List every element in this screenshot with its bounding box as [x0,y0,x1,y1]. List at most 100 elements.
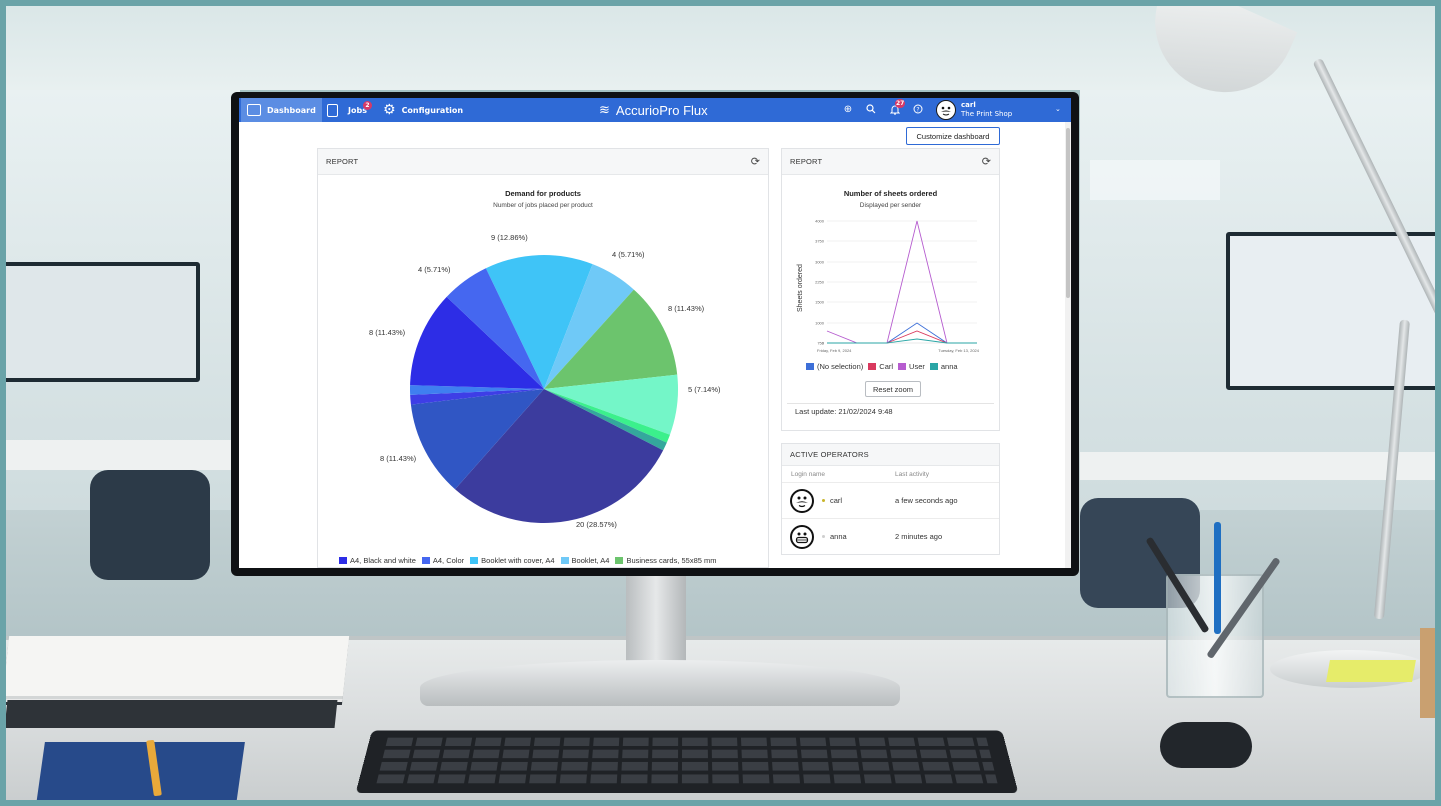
operator-row[interactable]: carl a few seconds ago [782,482,999,518]
tab-jobs[interactable]: Jobs 2 [327,98,372,122]
line-legend: (No selection) Carl User anna [806,362,958,371]
legend-label: Booklet with cover, A4 [481,556,555,565]
brand-logo-icon: ≋ [599,102,610,118]
legend-item[interactable]: Carl [868,362,893,371]
pie-data-label: 4 (5.71%) [612,250,645,259]
customize-dashboard-button[interactable]: Customize dashboard [906,127,1000,145]
x-tick-label: Friday, Feb 9, 2024 [817,348,852,353]
operator-last-activity: 2 minutes ago [895,532,943,541]
pie-legend: A4, Black and white A4, Color Booklet wi… [339,556,717,565]
legend-item[interactable]: Booklet, A4 [560,556,610,565]
grin-face-icon [795,532,809,544]
blue-pen [1214,522,1221,634]
keyboard-keys [379,761,995,771]
panel-title: ACTIVE OPERATORS [790,450,869,459]
avatar [790,525,814,549]
app-screen: Dashboard Jobs 2 ⚙ Configuration ≋ Accur… [239,98,1071,568]
background-desk [0,440,240,470]
divider [787,403,994,404]
legend-item[interactable]: User [898,362,925,371]
column-header-login[interactable]: Login name [791,471,825,478]
legend-swatch [929,363,938,370]
tab-dashboard[interactable]: Dashboard [241,98,322,122]
legend-label: Booklet, A4 [571,556,610,565]
pie-chart [410,255,678,523]
top-nav-bar: Dashboard Jobs 2 ⚙ Configuration ≋ Accur… [239,98,1071,122]
app-brand: ≋ AccurioPro Flux [599,98,708,122]
user-name[interactable]: carl [961,101,976,109]
smiley-mustache-icon [941,106,951,116]
last-update-text: Last update: 21/02/2024 9:48 [795,407,893,416]
background-monitor [0,262,200,382]
panel-header: ACTIVE OPERATORS [782,444,999,466]
search-glyph [866,104,876,114]
active-operators-panel: ACTIVE OPERATORS Login name Last activit… [781,443,1000,555]
monitor: Dashboard Jobs 2 ⚙ Configuration ≋ Accur… [231,92,1079,576]
column-header-activity[interactable]: Last activity [895,471,929,478]
keyboard-keys [385,737,989,746]
legend-swatch [806,363,814,370]
pie-data-label: 4 (5.71%) [418,265,451,274]
avatar [790,489,814,513]
dashboard-icon [247,104,261,116]
chevron-down-icon[interactable]: ⌄ [1055,105,1061,113]
user-avatar[interactable] [936,100,956,120]
legend-swatch [898,363,907,370]
reset-zoom-button[interactable]: Reset zoom [865,381,921,397]
add-icon[interactable]: ⊕ [842,104,854,116]
background-chair [90,470,210,580]
y-tick-label: 1500 [815,300,825,305]
operator-name: carl [830,496,843,505]
legend-label: Business cards, 55x85 mm [626,556,717,565]
legend-label: Carl [879,362,894,371]
y-tick-label: 4000 [815,219,825,224]
svg-text:?: ? [916,106,919,113]
notebook [35,742,245,806]
paper-stack [2,636,350,696]
jobs-badge: 2 [363,101,372,110]
legend-item[interactable]: Business cards, 55x85 mm [615,556,717,565]
y-tick-label: 2250 [815,280,825,285]
legend-item[interactable]: Booklet with cover, A4 [470,556,555,565]
scrollbar-thumb[interactable] [1066,128,1070,298]
legend-label: User [909,362,925,371]
pie-data-label: 20 (28.57%) [576,520,617,529]
jobs-icon [327,103,338,117]
brand-name: AccurioPro Flux [615,102,708,118]
operator-row[interactable]: anna 2 minutes ago [782,518,999,554]
legend-label: (No selection) [817,362,864,371]
monitor-stand-base [420,660,900,706]
operator-last-activity: a few seconds ago [895,496,958,505]
legend-swatch [560,557,569,564]
y-tick-label: 3000 [815,260,825,265]
status-dot [822,535,825,538]
y-tick-label: 1000 [815,321,825,326]
legend-item[interactable]: (No selection) [806,362,863,371]
pie-data-label: 9 (12.86%) [491,233,528,242]
monitor-stand [626,574,686,664]
coffee-cup [1420,628,1441,718]
tab-configuration-label: Configuration [401,105,464,115]
pie-data-label: 8 (11.43%) [668,304,705,313]
legend-swatch [615,557,624,564]
keyboard-keys [376,774,998,784]
keyboard-keys [382,749,992,759]
help-icon[interactable]: ? [912,104,924,116]
folder [4,700,338,728]
smiley-mustache-icon [796,496,808,508]
search-icon[interactable] [865,104,877,116]
tab-configuration[interactable]: ⚙ Configuration [383,98,463,122]
pie-data-label: 5 (7.14%) [688,385,721,394]
legend-swatch [421,557,430,564]
legend-swatch [470,557,479,564]
x-tick-label: Tuesday, Feb 13, 2024 [938,348,979,353]
legend-label: anna [940,362,958,371]
y-tick-label: 3750 [815,239,825,244]
background-glow [1090,160,1220,200]
legend-swatch [339,557,347,564]
legend-item[interactable]: anna [929,362,958,371]
y-tick-label: 0 [822,341,825,346]
legend-item[interactable]: A4, Black and white [339,556,416,565]
pie-data-label: 8 (11.43%) [380,454,417,463]
legend-item[interactable]: A4, Color [421,556,464,565]
